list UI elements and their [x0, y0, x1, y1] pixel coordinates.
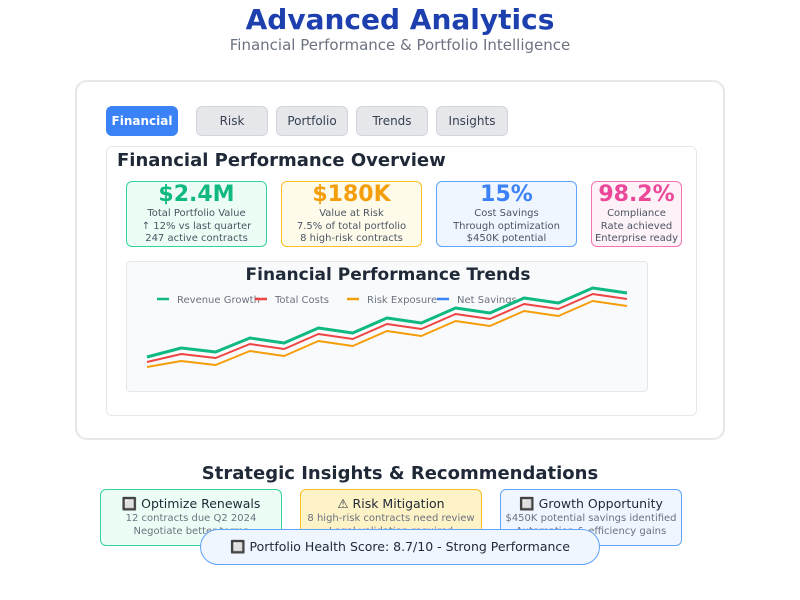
metric-detail: ↑ 12% vs last quarter — [141, 220, 252, 232]
metric-card-cost-savings: 15% Cost Savings Through optimization $4… — [436, 181, 577, 247]
metric-detail: 7.5% of total portfolio — [296, 220, 407, 232]
trends-chart: Financial Performance Trends Revenue Gro… — [126, 261, 648, 392]
tab-insights[interactable]: Insights — [436, 106, 508, 136]
insight-text: 12 contracts due Q2 2024 — [125, 513, 257, 524]
metric-detail: 247 active contracts — [145, 233, 248, 244]
tab-financial[interactable]: Financial — [106, 106, 178, 136]
metric-detail: Through optimization — [453, 220, 560, 232]
legend-label: Risk Exposure — [367, 295, 437, 306]
tab-trends[interactable]: Trends — [356, 106, 428, 136]
metric-detail: Enterprise ready — [594, 233, 679, 244]
tab-portfolio[interactable]: Portfolio — [276, 106, 348, 136]
analytics-card: Financial Risk Portfolio Trends Insights… — [75, 80, 725, 440]
page-title: Advanced Analytics — [245, 3, 555, 36]
metric-label: Value at Risk — [319, 208, 384, 219]
metric-card-compliance: 98.2% Compliance Rate achieved Enterpris… — [591, 181, 682, 247]
metric-value: $180K — [312, 182, 391, 207]
metric-value: $2.4M — [158, 182, 235, 207]
metric-value: 15% — [480, 182, 533, 207]
legend-label: Revenue Growth — [177, 295, 260, 306]
metric-detail: 8 high-risk contracts — [300, 233, 403, 244]
insight-heading: ⚠ Risk Mitigation — [337, 496, 445, 511]
portfolio-health-badge: 🔲 Portfolio Health Score: 8.7/10 - Stron… — [200, 529, 600, 565]
insight-text: 8 high-risk contracts need review — [307, 513, 475, 524]
financial-overview-panel: Financial Performance Overview $2.4M Tot… — [106, 146, 697, 416]
metric-card-value-at-risk: $180K Value at Risk 7.5% of total portfo… — [281, 181, 422, 247]
metric-detail: Rate achieved — [600, 220, 673, 232]
page-subtitle: Financial Performance & Portfolio Intell… — [229, 36, 571, 54]
metric-label: Compliance — [607, 208, 666, 219]
metric-detail: $450K potential — [466, 233, 547, 244]
legend-label: Total Costs — [274, 295, 329, 306]
insight-text: $450K potential savings identified — [505, 513, 677, 524]
insight-heading: 🔲 Optimize Renewals — [121, 496, 261, 511]
metric-label: Cost Savings — [474, 208, 539, 219]
insights-title: Strategic Insights & Recommendations — [201, 463, 599, 484]
metric-label: Total Portfolio Value — [147, 208, 246, 219]
panel-title: Financial Performance Overview — [117, 150, 446, 171]
metric-card-portfolio-value: $2.4M Total Portfolio Value ↑ 12% vs las… — [126, 181, 267, 247]
chart-plot: Revenue Growth Total Costs Risk Exposure Ne… — [146, 286, 628, 368]
metric-value: 98.2% — [598, 182, 675, 207]
tab-risk[interactable]: Risk — [196, 106, 268, 136]
insight-heading: 🔲 Growth Opportunity — [519, 496, 663, 511]
